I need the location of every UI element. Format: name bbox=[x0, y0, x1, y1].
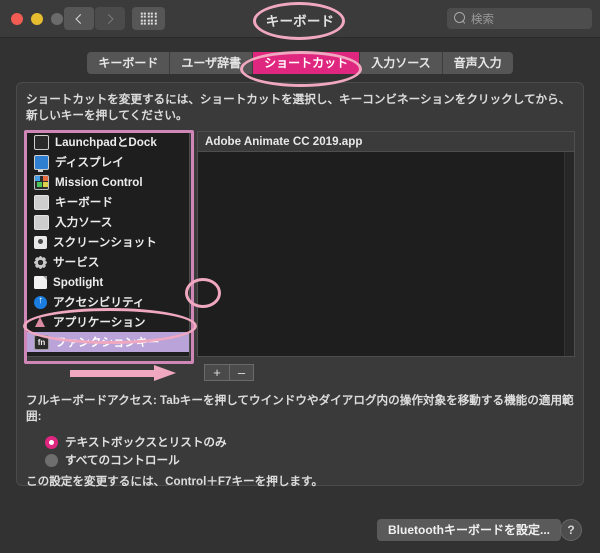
sidebar-item-applications[interactable]: アプリケーション bbox=[27, 312, 189, 332]
help-button[interactable]: ? bbox=[560, 519, 582, 541]
add-shortcut-button[interactable]: + bbox=[204, 364, 229, 381]
sidebar-item-display[interactable]: ディスプレイ bbox=[27, 152, 189, 172]
radio-all-controls[interactable]: すべてのコントロール bbox=[45, 452, 180, 468]
sidebar-item-label: スクリーンショット bbox=[53, 236, 157, 249]
search-placeholder: 検索 bbox=[471, 14, 494, 26]
spotlight-icon bbox=[34, 275, 47, 289]
radio-label: テキストボックスとリストのみ bbox=[65, 436, 227, 449]
preferences-window: キーボード 検索 キーボード ユーザ辞書 ショートカット 入力ソース 音声入力 … bbox=[0, 0, 600, 553]
tab-text[interactable]: ユーザ辞書 bbox=[170, 52, 254, 74]
scrollbar[interactable] bbox=[564, 152, 574, 356]
launchpad-icon bbox=[34, 134, 49, 150]
tab-shortcuts[interactable]: ショートカット bbox=[253, 52, 361, 74]
sidebar-item-label: ディスプレイ bbox=[55, 156, 124, 169]
sidebar-item-accessibility[interactable]: アクセシビリティ bbox=[27, 292, 189, 312]
mission-control-icon bbox=[34, 174, 49, 190]
sidebar-item-spotlight[interactable]: Spotlight bbox=[27, 272, 189, 292]
screenshot-icon bbox=[34, 235, 47, 249]
list-item[interactable]: Adobe Animate CC 2019.app bbox=[198, 132, 574, 152]
sidebar-item-label: キーボード bbox=[55, 196, 113, 209]
sidebar-item-function-keys[interactable]: ファンクションキー bbox=[27, 332, 189, 352]
search-icon bbox=[454, 12, 465, 23]
sidebar-item-keyboard[interactable]: キーボード bbox=[27, 192, 189, 212]
shortcuts-panel: ショートカットを変更するには、ショートカットを選択し、キーコンビネーションをクリ… bbox=[16, 82, 584, 488]
sidebar-item-label: サービス bbox=[53, 256, 100, 269]
input-source-icon bbox=[34, 214, 49, 230]
sidebar-item-services[interactable]: サービス bbox=[27, 252, 189, 272]
title-bar: キーボード 検索 bbox=[0, 0, 600, 38]
sidebar-list[interactable]: LaunchpadとDock ディスプレイ Mission Control キー… bbox=[26, 131, 190, 357]
fn-key-icon bbox=[34, 334, 49, 350]
shortcut-list[interactable]: Adobe Animate CC 2019.app bbox=[197, 131, 575, 357]
tab-input-sources[interactable]: 入力ソース bbox=[360, 52, 443, 74]
radio-button-icon[interactable] bbox=[45, 453, 58, 467]
sidebar-item-label: Mission Control bbox=[55, 175, 143, 189]
remove-shortcut-button[interactable]: – bbox=[229, 364, 254, 381]
sidebar-item-label: ファンクションキー bbox=[55, 336, 160, 349]
radio-label: すべてのコントロール bbox=[65, 454, 180, 467]
sidebar-item-launchpad-dock[interactable]: LaunchpadとDock bbox=[27, 132, 189, 152]
hint-text: この設定を変更するには、Control＋F7キーを押します。 bbox=[26, 475, 324, 488]
display-icon bbox=[34, 154, 49, 172]
applications-icon bbox=[34, 316, 47, 329]
setup-bluetooth-keyboard-button[interactable]: Bluetoothキーボードを設定... bbox=[377, 519, 561, 541]
sidebar-item-label: アプリケーション bbox=[53, 316, 146, 329]
sidebar-item-label: アクセシビリティ bbox=[53, 296, 145, 309]
keyboard-icon bbox=[34, 194, 49, 210]
sidebar-item-label: 入力ソース bbox=[55, 216, 113, 229]
sidebar-item-label: LaunchpadとDock bbox=[55, 136, 157, 149]
tab-bar: キーボード ユーザ辞書 ショートカット 入力ソース 音声入力 bbox=[0, 52, 600, 74]
search-input[interactable]: 検索 bbox=[447, 8, 592, 29]
add-remove-group: + – bbox=[204, 364, 254, 381]
sidebar-item-mission-control[interactable]: Mission Control bbox=[27, 172, 189, 192]
tab-dictation[interactable]: 音声入力 bbox=[442, 52, 513, 74]
instruction-text: ショートカットを変更するには、ショートカットを選択し、キーコンビネーションをクリ… bbox=[26, 93, 571, 122]
services-icon bbox=[34, 255, 47, 269]
sidebar-item-screenshots[interactable]: スクリーンショット bbox=[27, 232, 189, 252]
tab-keyboard[interactable]: キーボード bbox=[87, 52, 171, 74]
full-keyboard-access-text: フルキーボードアクセス: Tabキーを押してウインドウやダイアログ内の操作対象を… bbox=[26, 394, 574, 423]
radio-text-boxes-and-lists[interactable]: テキストボックスとリストのみ bbox=[45, 434, 227, 450]
radio-button-icon[interactable] bbox=[45, 435, 58, 449]
sidebar-item-input-sources[interactable]: 入力ソース bbox=[27, 212, 189, 232]
accessibility-icon bbox=[34, 294, 47, 309]
sidebar-item-label: Spotlight bbox=[53, 275, 104, 289]
